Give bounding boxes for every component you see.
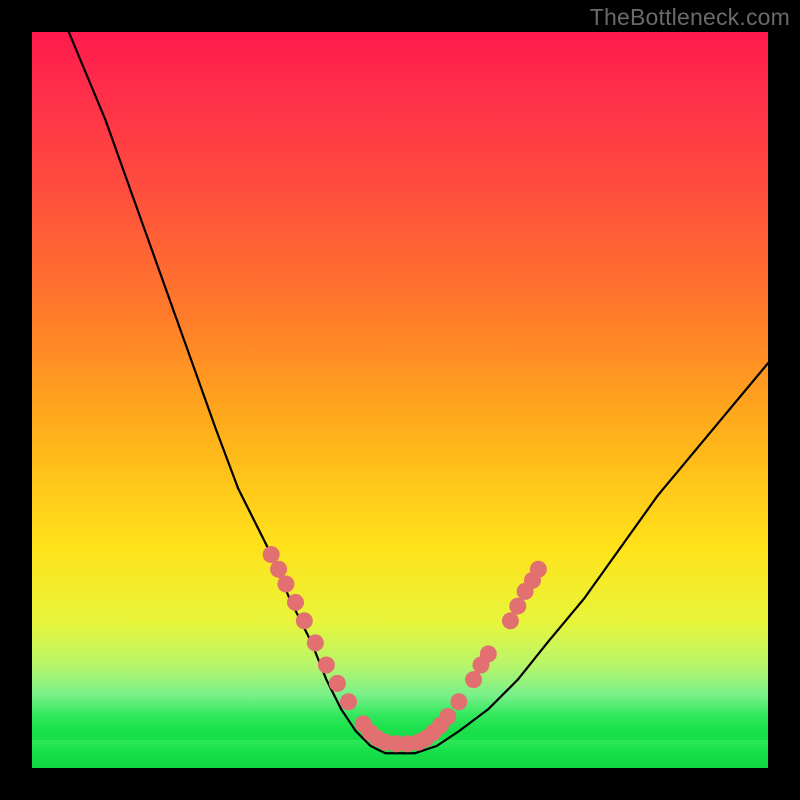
curve-marker bbox=[450, 693, 467, 710]
curve-marker bbox=[530, 561, 547, 578]
chart-svg bbox=[32, 32, 768, 768]
curve-marker bbox=[340, 693, 357, 710]
attribution-text: TheBottleneck.com bbox=[590, 4, 790, 31]
curve-marker bbox=[439, 708, 456, 725]
curve-marker bbox=[329, 675, 346, 692]
curve-marker bbox=[307, 634, 324, 651]
curve-marker bbox=[318, 656, 335, 673]
curve-marker bbox=[465, 671, 482, 688]
curve-marker bbox=[270, 561, 287, 578]
curve-marker bbox=[287, 594, 304, 611]
curve-markers bbox=[263, 546, 547, 752]
curve-marker bbox=[277, 576, 294, 593]
curve-marker bbox=[502, 612, 519, 629]
curve-marker bbox=[296, 612, 313, 629]
plot-area bbox=[32, 32, 768, 768]
curve-marker bbox=[509, 598, 526, 615]
bottleneck-curve bbox=[69, 32, 768, 753]
curve-marker bbox=[480, 645, 497, 662]
chart-frame: TheBottleneck.com bbox=[0, 0, 800, 800]
curve-marker bbox=[263, 546, 280, 563]
